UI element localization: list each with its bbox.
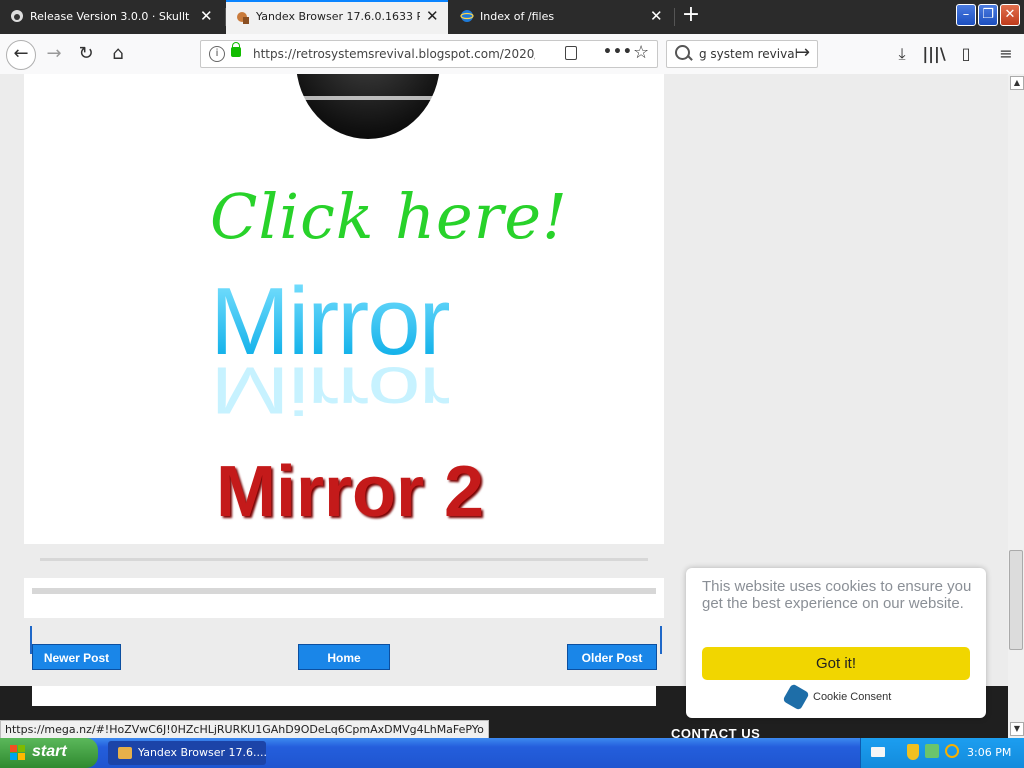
ie-globe-icon — [460, 10, 474, 22]
windows-taskbar: start Yandex Browser 17.6.... 3:06 PM — [0, 738, 1024, 768]
system-tray: 3:06 PM — [860, 738, 1024, 768]
search-bar[interactable]: g system revival → — [666, 40, 818, 68]
older-post-button[interactable]: Older Post — [567, 644, 657, 670]
minimize-button[interactable]: – — [956, 4, 976, 26]
post-footer-strip — [24, 578, 664, 618]
cookie-consent-logo-icon — [782, 683, 810, 711]
close-tab-icon[interactable]: ✕ — [200, 8, 213, 24]
link-status-bar: https://mega.nz/#!HoZVwC6J!0HZcHLjRURKU1… — [0, 720, 489, 740]
tab-yandex-browser[interactable]: Yandex Browser 17.6.0.1633 Portable ✕ — [226, 0, 448, 34]
start-button[interactable]: start — [0, 738, 98, 768]
tab-title: Yandex Browser 17.6.0.1633 Portable — [256, 10, 420, 23]
github-icon — [11, 10, 23, 22]
divider — [40, 558, 648, 561]
tab-strip: Release Version 3.0.0 · Skulltrail19 ✕ Y… — [0, 0, 1024, 34]
page-actions-icon[interactable]: ••• — [603, 44, 633, 60]
tab-index-of-files[interactable]: Index of /files ✕ — [450, 0, 674, 34]
home-link-button[interactable]: Home — [298, 644, 390, 670]
url-text[interactable]: https://retrosystemsrevival.blogspot.com… — [253, 47, 535, 61]
security-shield-icon[interactable] — [907, 744, 919, 760]
close-tab-icon[interactable]: ✕ — [650, 8, 663, 24]
got-it-button[interactable]: Got it! — [702, 647, 970, 680]
app-icon — [118, 747, 132, 759]
library-icon[interactable]: |||\ — [922, 40, 946, 68]
new-tab-button[interactable]: + — [680, 4, 702, 28]
search-tray-icon[interactable] — [945, 744, 959, 758]
tab-skulltrail[interactable]: Release Version 3.0.0 · Skulltrail19 ✕ — [0, 0, 224, 34]
scroll-up-icon[interactable]: ▲ — [1010, 76, 1024, 90]
download-icon[interactable]: ⤓ — [890, 40, 914, 68]
bookmark-star-icon[interactable]: ☆ — [633, 42, 649, 63]
scroll-thumb[interactable] — [1009, 550, 1023, 650]
address-bar[interactable]: i https://retrosystemsrevival.blogspot.c… — [200, 40, 658, 68]
cookie-message: This website uses cookies to ensure you … — [702, 578, 972, 612]
forward-button[interactable]: → — [40, 40, 68, 68]
mirror-2-link[interactable]: Mirror 2 — [216, 452, 484, 532]
post-body: Click here! Mirror Mirror Mirror 2 — [24, 74, 664, 544]
footer-white-band — [32, 686, 656, 706]
taskbar-window-yandex[interactable]: Yandex Browser 17.6.... — [108, 741, 268, 765]
tab-separator — [674, 8, 675, 26]
search-icon — [675, 45, 690, 60]
network-icon[interactable] — [925, 744, 939, 758]
start-label: start — [32, 743, 67, 760]
cookie-consent-brand-label: Cookie Consent — [813, 691, 892, 703]
search-go-icon[interactable]: → — [795, 42, 810, 63]
tab-title: Index of /files — [480, 10, 555, 23]
tab-title: Release Version 3.0.0 · Skulltrail19 — [30, 10, 190, 23]
mirror-reflection: Mirror — [210, 352, 449, 428]
reload-button[interactable]: ↻ — [72, 40, 100, 68]
clock[interactable]: 3:06 PM — [967, 746, 1011, 759]
newer-post-button[interactable]: Newer Post — [32, 644, 121, 670]
yandex-icon — [237, 12, 249, 24]
web-page: Click here! Mirror Mirror Mirror 2 Newer… — [0, 74, 1008, 738]
maximize-button[interactable]: ❐ — [978, 4, 998, 26]
cookie-consent-banner: This website uses cookies to ensure you … — [686, 568, 986, 718]
keyboard-icon[interactable] — [871, 747, 885, 757]
click-here-link[interactable]: Click here! — [210, 180, 568, 253]
close-window-button[interactable]: ✕ — [1000, 4, 1020, 26]
menu-icon[interactable]: ≡ — [994, 40, 1018, 68]
vertical-scrollbar[interactable]: ▲ ▼ — [1008, 74, 1024, 738]
windows-flag-icon — [10, 745, 26, 761]
scroll-down-icon[interactable]: ▼ — [1010, 722, 1024, 736]
taskbar-window-label: Yandex Browser 17.6.... — [138, 746, 268, 759]
back-button[interactable]: ← — [6, 40, 36, 70]
site-info-icon[interactable]: i — [209, 46, 225, 62]
sidebar-icon[interactable]: ▯ — [954, 40, 978, 68]
lock-icon — [231, 42, 241, 57]
reader-view-icon[interactable] — [565, 46, 577, 60]
close-tab-icon[interactable]: ✕ — [426, 8, 439, 24]
home-button[interactable]: ⌂ — [104, 40, 132, 68]
contact-us-heading: CONTACT US — [671, 726, 761, 738]
disc-image[interactable] — [296, 74, 440, 139]
search-input[interactable]: g system revival — [699, 47, 798, 61]
navigation-toolbar: ← → ↻ ⌂ i https://retrosystemsrevival.bl… — [0, 34, 1024, 75]
